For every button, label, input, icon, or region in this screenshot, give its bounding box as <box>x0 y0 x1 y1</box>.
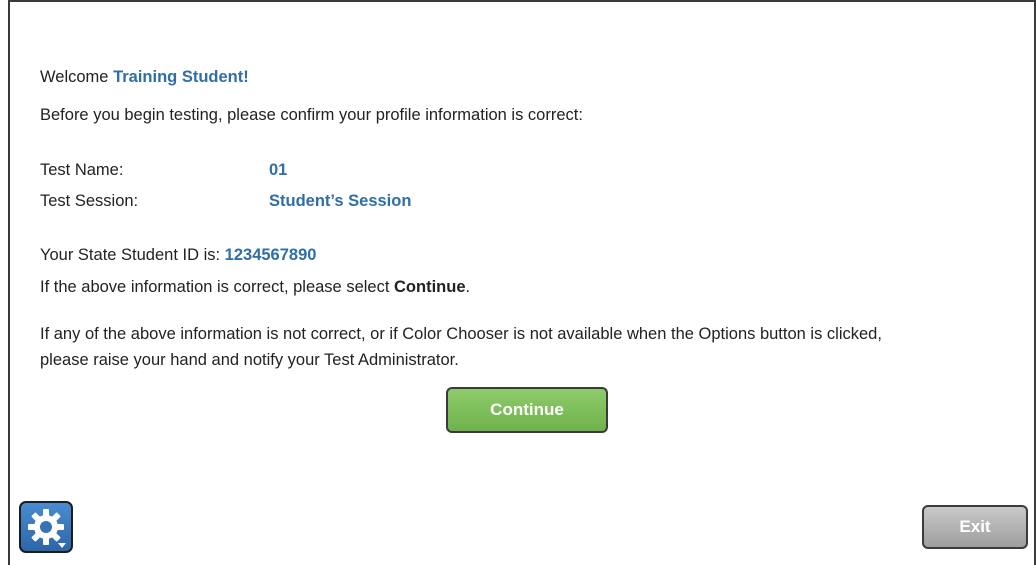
test-session-label: Test Session: <box>40 192 139 210</box>
exit-button[interactable]: Exit <box>922 505 1028 549</box>
confirm-line: If the above information is correct, ple… <box>40 277 470 297</box>
help-text-line-2: please raise your hand and notify your T… <box>40 351 459 369</box>
student-id-value: 1234567890 <box>224 246 317 264</box>
student-name: Training Student! <box>113 68 249 86</box>
intro-text: Before you begin testing, please confirm… <box>40 106 583 124</box>
student-id-prefix: Your State Student ID is: <box>40 246 225 264</box>
test-session-value: Student’s Session <box>269 192 412 210</box>
test-name-value: 01 <box>269 161 288 179</box>
confirm-prefix: If the above information is correct, ple… <box>40 278 395 296</box>
main-frame: Welcome Training Student! Before you beg… <box>8 0 1036 565</box>
help-text-line-1: If any of the above information is not c… <box>40 325 882 343</box>
continue-button[interactable]: Continue <box>446 387 608 433</box>
welcome-line: Welcome Training Student! <box>40 67 249 87</box>
gear-icon <box>24 505 68 549</box>
confirm-suffix: . <box>465 278 471 296</box>
student-id-line: Your State Student ID is: 1234567890 <box>40 245 316 265</box>
test-name-label: Test Name: <box>40 161 124 179</box>
options-button[interactable] <box>19 501 73 553</box>
confirm-emphasis: Continue <box>394 278 466 296</box>
welcome-prefix: Welcome <box>40 68 114 86</box>
